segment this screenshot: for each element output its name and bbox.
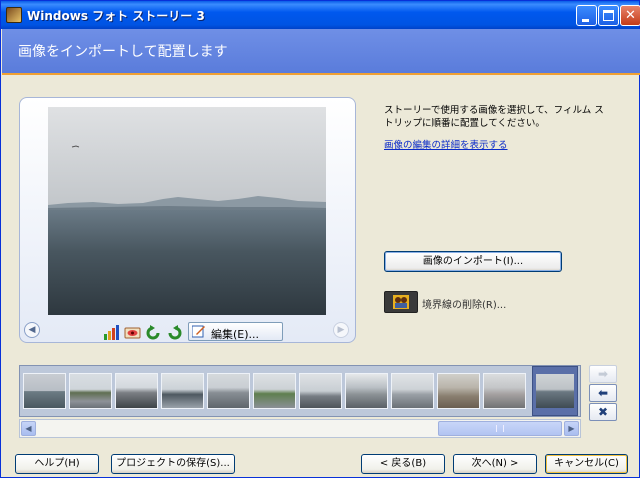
page-header: 画像をインポートして配置します xyxy=(2,29,640,75)
thumbnail[interactable] xyxy=(253,373,296,409)
thumbnail[interactable] xyxy=(483,373,526,409)
thumbnail[interactable] xyxy=(299,373,342,409)
preview-image xyxy=(48,107,326,315)
window-title: Windows フォト ストーリー 3 xyxy=(27,9,205,23)
filmstrip-scrollbar[interactable]: ◀ ▶ xyxy=(19,419,581,438)
next-image-button[interactable]: ▶ xyxy=(333,322,349,338)
thumbnail[interactable] xyxy=(437,373,480,409)
move-right-button[interactable]: ➡ xyxy=(589,365,617,383)
edit-button[interactable]: 編集(E)... xyxy=(188,322,283,341)
maximize-icon xyxy=(603,10,614,21)
move-left-button[interactable]: ⬅ xyxy=(589,384,617,402)
minimize-icon xyxy=(582,19,589,22)
arrow-right-icon: ▶ xyxy=(337,325,345,335)
remove-image-button[interactable]: ✖ xyxy=(589,403,617,421)
preview-panel: ◀ 編集(E)... ▶ xyxy=(19,97,356,343)
edit-button-label: 編集(E)... xyxy=(211,328,260,341)
cancel-button[interactable]: キャンセル(C) xyxy=(545,454,628,474)
save-project-button[interactable]: プロジェクトの保存(S)... xyxy=(111,454,235,474)
previous-image-button[interactable]: ◀ xyxy=(24,322,40,338)
rotate-left-icon xyxy=(146,325,160,340)
thumbnail[interactable] xyxy=(391,373,434,409)
maximize-button[interactable] xyxy=(598,5,619,26)
edit-details-link[interactable]: 画像の編集の詳細を表示する xyxy=(384,137,508,151)
grip-icon xyxy=(496,425,504,432)
red-eye-button[interactable] xyxy=(123,323,141,340)
chevron-left-icon: ◀ xyxy=(25,424,32,433)
scroll-left-button[interactable]: ◀ xyxy=(21,421,36,436)
import-images-button[interactable]: 画像のインポート(I)... xyxy=(384,251,562,272)
title-bar[interactable]: Windows フォト ストーリー 3 ✕ xyxy=(1,1,640,29)
levels-icon xyxy=(104,325,119,340)
photo-story-window: Windows フォト ストーリー 3 ✕ 画像をインポートして配置します ◀ … xyxy=(0,0,640,478)
edit-icon xyxy=(192,325,205,338)
chevron-right-icon: ▶ xyxy=(568,424,575,433)
thumbnail[interactable] xyxy=(161,373,204,409)
scroll-right-button[interactable]: ▶ xyxy=(564,421,579,436)
thumbnail-selected[interactable] xyxy=(532,366,578,416)
arrow-left-icon: ◀ xyxy=(28,325,36,335)
minimize-button[interactable] xyxy=(576,5,597,26)
thumbnail[interactable] xyxy=(115,373,158,409)
thumbnail-image xyxy=(536,374,574,408)
thumbnail[interactable] xyxy=(69,373,112,409)
help-button[interactable]: ヘルプ(H) xyxy=(15,454,99,474)
next-button[interactable]: 次へ(N) > xyxy=(453,454,537,474)
instruction-text: ストーリーで使用する画像を選択して、フィルム ストリップに順番に配置してください… xyxy=(384,105,604,129)
back-button[interactable]: < 戻る(B) xyxy=(361,454,445,474)
rotate-right-button[interactable] xyxy=(165,323,182,340)
arrow-left-icon: ⬅ xyxy=(597,386,609,400)
page-title: 画像をインポートして配置します xyxy=(18,44,228,60)
remove-borders-icon[interactable] xyxy=(384,291,418,313)
remove-borders-link[interactable]: 境界線の削除(R)... xyxy=(422,296,506,311)
red-eye-icon xyxy=(124,327,141,339)
thumbnail[interactable] xyxy=(345,373,388,409)
thumbnail[interactable] xyxy=(207,373,250,409)
close-button[interactable]: ✕ xyxy=(620,5,640,26)
film-strip[interactable] xyxy=(19,365,581,417)
scroll-thumb[interactable] xyxy=(438,421,562,436)
app-icon xyxy=(6,7,22,23)
delete-icon: ✖ xyxy=(597,405,609,419)
rotate-left-button[interactable] xyxy=(144,323,161,340)
thumbnail[interactable] xyxy=(23,373,66,409)
auto-correct-button[interactable] xyxy=(102,323,119,340)
rotate-right-icon xyxy=(168,325,182,340)
close-icon: ✕ xyxy=(625,8,636,23)
arrow-right-icon: ➡ xyxy=(597,367,609,381)
